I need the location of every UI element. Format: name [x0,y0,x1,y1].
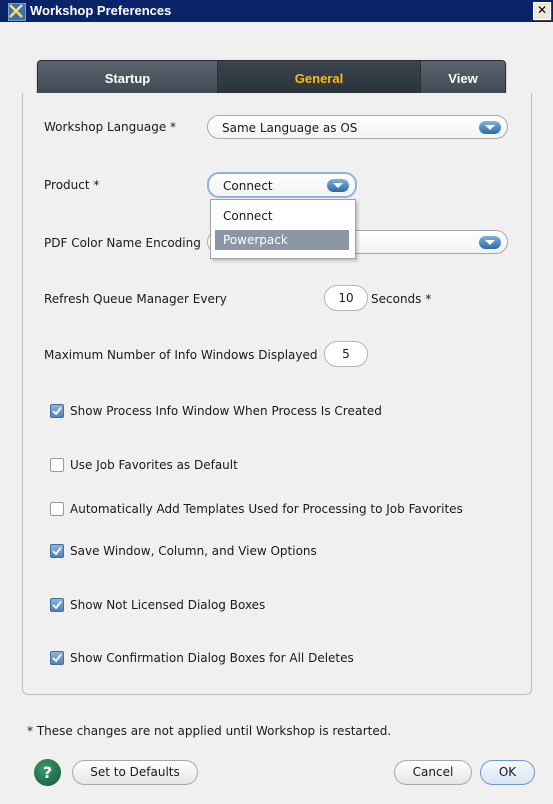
chevron-down-icon [327,179,349,192]
workshop-language-value: Same Language as OS [222,121,358,135]
tab-startup[interactable]: Startup [38,61,217,95]
checkbox-label-show-process-info: Show Process Info Window When Process Is… [70,404,382,418]
chevron-down-icon [479,121,501,134]
close-icon[interactable]: ✕ [533,2,551,20]
app-icon [8,3,26,21]
tab-general[interactable]: General [217,61,421,95]
checkbox-label-auto-add-templates: Automatically Add Templates Used for Pro… [70,502,463,516]
checkbox-show-not-licensed[interactable] [50,598,64,612]
checkbox-auto-add-templates[interactable] [50,502,64,516]
help-icon[interactable]: ? [34,759,61,786]
tab-bar: Startup General View [37,60,506,96]
product-label: Product * [44,178,100,192]
chevron-down-icon [479,236,501,249]
dropdown-option-powerpack[interactable]: Powerpack [215,230,349,250]
workshop-language-select[interactable]: Same Language as OS [207,115,508,139]
checkbox-use-job-favorites[interactable] [50,458,64,472]
product-dropdown-list: Connect Powerpack [210,199,356,259]
workshop-language-label: Workshop Language * [44,120,177,134]
set-to-defaults-button[interactable]: Set to Defaults [72,760,198,785]
product-select[interactable]: Connect [207,172,357,198]
refresh-label: Refresh Queue Manager Every [44,292,227,306]
pdf-color-label: PDF Color Name Encoding [44,236,201,250]
title-bar: Workshop Preferences ✕ [0,0,553,22]
product-value: Connect [223,179,273,193]
checkbox-show-process-info[interactable] [50,404,64,418]
checkbox-label-save-window-options: Save Window, Column, and View Options [70,544,317,558]
checkbox-label-use-job-favorites: Use Job Favorites as Default [70,458,238,472]
refresh-seconds-input[interactable]: 10 [324,285,368,311]
max-info-label: Maximum Number of Info Windows Displayed [44,348,318,362]
checkbox-show-confirmation[interactable] [50,651,64,665]
restart-note: * These changes are not applied until Wo… [27,724,392,738]
window-title: Workshop Preferences [30,3,172,18]
ok-button[interactable]: OK [480,760,535,785]
max-info-input[interactable]: 5 [324,341,368,367]
cancel-button[interactable]: Cancel [394,760,472,785]
dropdown-option-connect[interactable]: Connect [215,206,349,226]
checkbox-save-window-options[interactable] [50,544,64,558]
refresh-suffix-label: Seconds * [371,292,432,306]
checkbox-label-show-not-licensed: Show Not Licensed Dialog Boxes [70,598,266,612]
checkbox-label-show-confirmation: Show Confirmation Dialog Boxes for All D… [70,651,354,665]
tab-view[interactable]: View [421,61,505,95]
